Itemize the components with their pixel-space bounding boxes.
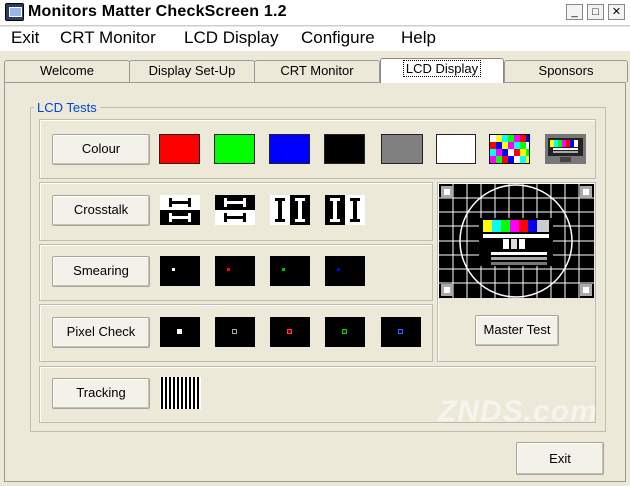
colour-swatch-gray[interactable] (381, 134, 423, 164)
colour-swatch-blue[interactable] (269, 134, 310, 164)
smearing-pattern-blue[interactable] (325, 256, 365, 286)
colour-swatch-red[interactable] (159, 134, 200, 164)
tracking-button[interactable]: Tracking (52, 378, 150, 409)
menu-exit[interactable]: Exit (11, 28, 39, 48)
tab-welcome[interactable]: Welcome (4, 60, 130, 82)
crosstalk-pattern-3-icon[interactable] (270, 195, 310, 225)
close-button[interactable]: ✕ (608, 4, 625, 20)
smearing-dot (227, 268, 230, 271)
smearing-pattern-white[interactable] (160, 256, 200, 286)
minimize-button[interactable]: _ (566, 4, 583, 20)
lcd-tests-label: LCD Tests (34, 100, 100, 115)
tab-crt-monitor[interactable]: CRT Monitor (254, 60, 380, 82)
pixel-check-gray[interactable] (215, 317, 255, 347)
tab-lcd-display-label: LCD Display (402, 60, 482, 77)
tab-display-setup[interactable]: Display Set-Up (129, 60, 255, 82)
tab-lcd-display[interactable]: LCD Display (380, 58, 504, 83)
app-icon[interactable] (5, 3, 24, 21)
tab-strip: Welcome Display Set-Up CRT Monitor LCD D… (0, 58, 630, 84)
colour-button[interactable]: Colour (52, 134, 150, 165)
window-title: Monitors Matter CheckScreen 1.2 (28, 3, 287, 20)
colour-swatch-white[interactable] (436, 134, 476, 164)
pixel-check-blue[interactable] (381, 317, 421, 347)
smearing-dot (282, 268, 285, 271)
colour-swatch-black[interactable] (324, 134, 365, 164)
colour-bars-icon[interactable] (489, 134, 530, 164)
maximize-button[interactable]: □ (587, 4, 604, 20)
smearing-button[interactable]: Smearing (52, 256, 150, 287)
crosstalk-pattern-1-icon[interactable] (160, 195, 200, 225)
menu-configure[interactable]: Configure (301, 28, 375, 48)
crosstalk-pattern-2-icon[interactable] (215, 195, 255, 225)
exit-button[interactable]: Exit (516, 442, 604, 475)
crosstalk-button[interactable]: Crosstalk (52, 195, 150, 226)
smearing-pattern-red[interactable] (215, 256, 255, 286)
pixel-check-green[interactable] (325, 317, 365, 347)
master-test-button[interactable]: Master Test (475, 315, 559, 346)
tracking-lines-icon[interactable] (160, 377, 201, 409)
pixel-check-white[interactable] (160, 317, 200, 347)
tab-sponsors[interactable]: Sponsors (504, 60, 628, 82)
pixel-dot (177, 329, 182, 334)
master-test-pattern-icon[interactable] (439, 184, 594, 298)
colour-swatch-green[interactable] (214, 134, 255, 164)
title-bar: Monitors Matter CheckScreen 1.2 _ □ ✕ (0, 0, 630, 26)
pixel-check-button[interactable]: Pixel Check (52, 317, 150, 348)
pixel-dot (287, 329, 292, 334)
menu-crt-monitor[interactable]: CRT Monitor (60, 28, 156, 48)
watermark: ZNDS.com (438, 395, 598, 428)
pixel-dot (398, 329, 403, 334)
menu-help[interactable]: Help (401, 28, 436, 48)
pixel-dot (232, 329, 237, 334)
smearing-pattern-green[interactable] (270, 256, 310, 286)
smearing-dot (337, 268, 340, 271)
tv-test-pattern-icon[interactable] (545, 134, 586, 164)
pixel-dot (342, 329, 347, 334)
smearing-dot (172, 268, 175, 271)
crosstalk-pattern-4-icon[interactable] (325, 195, 365, 225)
menu-bar: Exit CRT Monitor LCD Display Configure H… (0, 27, 630, 51)
menu-lcd-display[interactable]: LCD Display (184, 28, 278, 48)
pixel-check-red[interactable] (270, 317, 310, 347)
